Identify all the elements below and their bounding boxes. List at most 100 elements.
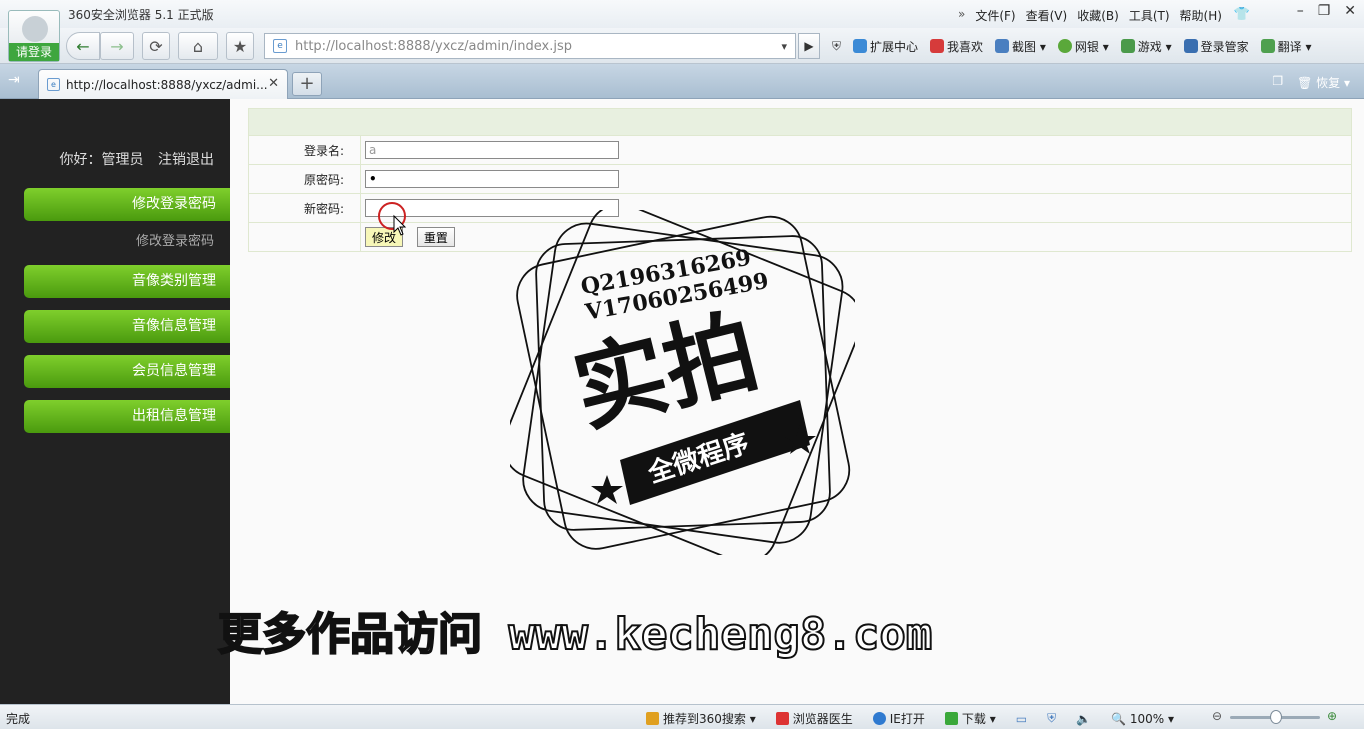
- address-url[interactable]: http://localhost:8888/yxcz/admin/index.j…: [295, 39, 572, 54]
- sound-icon[interactable]: 🔈: [1076, 712, 1091, 726]
- old-password-label: 原密码:: [248, 164, 361, 194]
- cube-icon: [853, 39, 868, 53]
- browser-toolbar: ⛨ 扩展中心 我喜欢 截图 ▾ 网银 ▾ 游戏 ▾ 登录管家 翻译 ▾: [832, 38, 1312, 55]
- greeting: 你好：管理员 注销退出: [60, 149, 214, 169]
- star-icon: ★: [232, 36, 248, 56]
- sidebar-item-rental-info[interactable]: 出租信息管理: [24, 400, 230, 433]
- back-button[interactable]: ←: [66, 32, 100, 60]
- menu-tools[interactable]: 工具(T): [1129, 7, 1170, 24]
- menu-help[interactable]: 帮助(H): [1180, 7, 1222, 24]
- key-icon: [1183, 39, 1198, 53]
- logout-link[interactable]: 注销退出: [158, 152, 214, 168]
- form-row-username: 登录名:: [248, 135, 1352, 165]
- like-button[interactable]: 我喜欢: [930, 38, 983, 55]
- gamepad-icon: [1120, 39, 1135, 53]
- refresh-button[interactable]: ⟳: [142, 32, 170, 60]
- sidebar-subitem-change-password[interactable]: 修改登录密码: [136, 230, 214, 249]
- status-text: 完成: [6, 712, 31, 726]
- menu-view[interactable]: 查看(V): [1026, 7, 1068, 24]
- chevron-down-icon[interactable]: ▾: [781, 40, 787, 53]
- restore-button[interactable]: ❐: [1318, 3, 1331, 19]
- zoom-out-icon[interactable]: ⊖: [1212, 709, 1222, 723]
- old-password-field[interactable]: [365, 170, 619, 188]
- close-window-button[interactable]: ✕: [1344, 3, 1356, 19]
- go-button[interactable]: ▶: [798, 33, 820, 59]
- form-row-actions: 修改 重置: [248, 222, 1352, 252]
- zoom-level: 100%: [1129, 711, 1165, 726]
- home-button[interactable]: ⌂: [178, 32, 218, 60]
- navigation-bar: ← → ⟳ ⌂ ★ e http://localhost:8888/yxcz/a…: [0, 28, 1364, 64]
- sidebar-item-member-info[interactable]: 会员信息管理: [24, 355, 230, 388]
- like-label: 我喜欢: [947, 40, 984, 54]
- login-manager-label: 登录管家: [1200, 40, 1249, 54]
- tab-close-icon[interactable]: ✕: [268, 76, 279, 91]
- status-bar: 完成 推荐到360搜索 ▾ 浏览器医生 IE打开 下载 ▾ ▭ ⛨ 🔈 🔍 10…: [0, 704, 1364, 729]
- minimize-button[interactable]: –: [1297, 3, 1304, 19]
- status-tools: 推荐到360搜索 ▾ 浏览器医生 IE打开 下载 ▾ ▭ ⛨ 🔈 🔍 100% …: [646, 710, 1174, 727]
- sidebar-item-av-category[interactable]: 音像类别管理: [24, 265, 230, 298]
- menu-file[interactable]: 文件(F): [975, 7, 1015, 24]
- menu-favorites[interactable]: 收藏(B): [1077, 7, 1119, 24]
- shield-icon[interactable]: ⛨: [832, 39, 841, 54]
- tab-active[interactable]: e http://localhost:8888/yxcz/admi... ✕: [38, 69, 288, 99]
- back-arrow-icon: ←: [76, 36, 90, 56]
- games-button[interactable]: 游戏 ▾: [1120, 38, 1172, 55]
- title-bar: 360安全浏览器 5.1 正式版 » 文件(F) 查看(V) 收藏(B) 工具(…: [0, 0, 1364, 28]
- security-icon[interactable]: ⛨: [1047, 711, 1056, 726]
- translate-button[interactable]: 翻译 ▾: [1260, 38, 1312, 55]
- open-in-ie-button[interactable]: IE打开: [872, 710, 925, 727]
- tab-bar: ⇥ e http://localhost:8888/yxcz/admi... ✕…: [0, 64, 1364, 99]
- tab-page-icon: e: [47, 78, 60, 91]
- window-title: 360安全浏览器 5.1 正式版: [68, 8, 214, 22]
- coin-icon: [1057, 39, 1072, 53]
- download-button[interactable]: 下载 ▾: [944, 710, 996, 727]
- home-icon: ⌂: [192, 36, 204, 56]
- form-row-old-password: 原密码:: [248, 164, 1352, 194]
- window-icon[interactable]: ▭: [1016, 712, 1027, 726]
- recommend-search-label: 推荐到360搜索: [663, 712, 746, 726]
- login-manager-button[interactable]: 登录管家: [1183, 38, 1249, 55]
- scissors-icon: [995, 39, 1010, 53]
- games-label: 游戏: [1137, 40, 1162, 54]
- menu-chevron-icon[interactable]: »: [958, 7, 965, 24]
- screenshot-button[interactable]: 截图 ▾: [995, 38, 1046, 55]
- sidebar-item-av-info[interactable]: 音像信息管理: [24, 310, 230, 343]
- sidebar-item-change-password[interactable]: 修改登录密码: [24, 188, 230, 221]
- avatar-head-icon: [22, 16, 48, 42]
- browser-doctor-label: 浏览器医生: [792, 712, 853, 726]
- greeting-text: 你好：管理员: [59, 152, 144, 168]
- username-label: 登录名:: [248, 135, 361, 165]
- password-form: 登录名: 原密码: 新密码: 修改 重置: [248, 108, 1352, 252]
- user-avatar[interactable]: 请登录: [8, 10, 60, 62]
- zoom-slider-thumb[interactable]: [1270, 710, 1282, 724]
- forward-button[interactable]: →: [100, 32, 134, 60]
- window-controls: – ❐ ✕: [1297, 3, 1356, 19]
- translate-label: 翻译: [1277, 40, 1302, 54]
- medkit-icon: [775, 712, 789, 725]
- address-bar[interactable]: e http://localhost:8888/yxcz/admin/index…: [264, 33, 796, 59]
- screenshot-label: 截图: [1012, 40, 1037, 54]
- restore-label: 恢复: [1316, 76, 1341, 90]
- online-bank-button[interactable]: 网银 ▾: [1057, 38, 1109, 55]
- reset-button[interactable]: 重置: [416, 227, 455, 247]
- extension-center-label: 扩展中心: [870, 40, 919, 54]
- thumb-icon: [646, 712, 659, 725]
- recommend-search-button[interactable]: 推荐到360搜索 ▾: [646, 710, 756, 727]
- browser-doctor-button[interactable]: 浏览器医生: [775, 710, 853, 727]
- username-field[interactable]: [365, 141, 619, 159]
- favorite-button[interactable]: ★: [226, 32, 254, 60]
- online-bank-label: 网银: [1074, 40, 1099, 54]
- cursor-click-indicator: [378, 202, 407, 236]
- skin-icon[interactable]: 👕: [1234, 7, 1250, 24]
- new-tab-button[interactable]: +: [292, 72, 322, 96]
- restore-tabs-button[interactable]: 🗑 恢复 ▾: [1297, 74, 1350, 91]
- window-switch-icon[interactable]: ❐: [1272, 74, 1283, 91]
- tab-title: http://localhost:8888/yxcz/admi...: [66, 77, 268, 92]
- sidebar-toggle-icon[interactable]: ⇥: [8, 72, 20, 88]
- tab-tools: ❐ 🗑 恢复 ▾: [1272, 74, 1350, 91]
- login-label[interactable]: 请登录: [9, 43, 59, 61]
- new-password-label: 新密码:: [248, 193, 361, 223]
- zoom-control[interactable]: 🔍 100% ▾: [1111, 712, 1174, 726]
- zoom-in-icon[interactable]: ⊕: [1327, 709, 1337, 723]
- extension-center-button[interactable]: 扩展中心: [853, 38, 918, 55]
